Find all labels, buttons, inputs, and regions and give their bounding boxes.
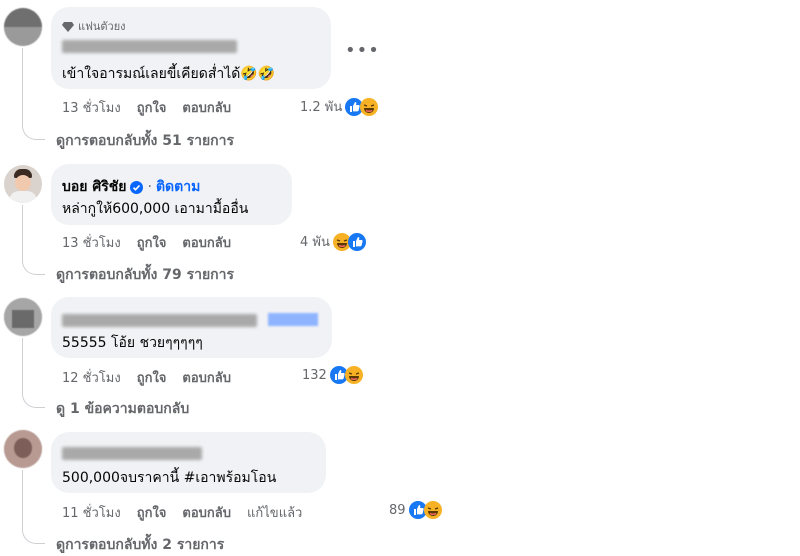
- reply-thread-curve: [22, 125, 45, 140]
- follow-button[interactable]: ติดตาม: [156, 176, 200, 198]
- reply-thread-curve: [22, 529, 45, 544]
- reply-thread-line: [22, 48, 23, 126]
- comment-timestamp[interactable]: 11 ชั่วโมง: [62, 502, 121, 523]
- comment-text: 500,000จบราคานี้ #เอาพร้อมโอน: [62, 470, 277, 486]
- reply-thread-line: [22, 338, 23, 394]
- reaction-count: 132: [302, 367, 327, 383]
- reply-thread-line: [22, 470, 23, 530]
- avatar[interactable]: [4, 430, 42, 468]
- commenter-name-row: บอย ศิริชัย · ติดตาม: [62, 176, 200, 198]
- top-fan-badge: แฟนตัวยง: [62, 17, 126, 35]
- view-replies-link[interactable]: ดู 1 ข้อความตอบกลับ: [56, 398, 189, 420]
- haha-reaction-icon: [360, 97, 379, 116]
- comment-actions: 13 ชั่วโมง ถูกใจ ตอบกลับ: [62, 232, 231, 253]
- haha-reaction-icon: [423, 501, 442, 519]
- haha-reaction-icon: [344, 366, 363, 384]
- reaction-count: 89: [389, 502, 406, 518]
- reply-button[interactable]: ตอบกลับ: [182, 367, 231, 388]
- reaction-count: 4 พัน: [300, 235, 330, 250]
- comment-timestamp[interactable]: 13 ชั่วโมง: [62, 232, 121, 253]
- comment-actions: 12 ชั่วโมง ถูกใจ ตอบกลับ: [62, 367, 231, 388]
- commenter-name-blurred[interactable]: [62, 447, 202, 460]
- more-options-icon[interactable]: •••: [345, 40, 380, 61]
- comment-text: หล่ากูให้600,000 เอามามื้ออื่น: [62, 201, 249, 217]
- view-replies-link[interactable]: ดูการตอบกลับทั้ง 2 รายการ: [56, 534, 224, 556]
- reactions-summary[interactable]: 4 พัน: [300, 231, 366, 252]
- commenter-name-blurred[interactable]: [62, 314, 257, 327]
- reply-thread-curve: [22, 393, 45, 408]
- reactions-summary[interactable]: 132: [302, 366, 363, 384]
- comment-timestamp[interactable]: 13 ชั่วโมง: [62, 97, 121, 118]
- reply-button[interactable]: ตอบกลับ: [182, 97, 231, 118]
- separator-dot: ·: [147, 179, 152, 195]
- comment-timestamp[interactable]: 12 ชั่วโมง: [62, 367, 121, 388]
- blurred-link[interactable]: [268, 313, 318, 326]
- like-reaction-icon: [347, 232, 366, 251]
- reaction-count: 1.2 พัน: [300, 100, 343, 115]
- like-button[interactable]: ถูกใจ: [137, 97, 167, 118]
- comment-text: เข้าใจอารมณ์เลยขี้เคียดส่ำได้🤣🤣: [62, 66, 276, 82]
- view-replies-link[interactable]: ดูการตอบกลับทั้ง 79 รายการ: [56, 264, 234, 286]
- avatar[interactable]: [4, 8, 42, 46]
- like-button[interactable]: ถูกใจ: [137, 502, 167, 523]
- like-button[interactable]: ถูกใจ: [137, 367, 167, 388]
- commenter-name-blurred[interactable]: [62, 40, 237, 53]
- view-replies-link[interactable]: ดูการตอบกลับทั้ง 51 รายการ: [56, 130, 234, 152]
- comment-actions: 11 ชั่วโมง ถูกใจ ตอบกลับ แก้ไขแล้ว: [62, 502, 302, 523]
- commenter-name[interactable]: บอย ศิริชัย: [62, 176, 126, 198]
- edited-label[interactable]: แก้ไขแล้ว: [247, 502, 302, 523]
- reactions-summary[interactable]: 89: [389, 501, 442, 519]
- comment-text: 55555 โอ้ย ชวยๆๆๆๆๆ: [62, 335, 203, 351]
- comment-actions: 13 ชั่วโมง ถูกใจ ตอบกลับ: [62, 97, 231, 118]
- diamond-icon: [62, 21, 74, 32]
- reactions-summary[interactable]: 1.2 พัน: [300, 96, 379, 117]
- like-button[interactable]: ถูกใจ: [137, 232, 167, 253]
- reply-thread-curve: [22, 260, 45, 275]
- avatar[interactable]: [4, 298, 42, 336]
- reply-thread-line: [22, 205, 23, 261]
- reply-button[interactable]: ตอบกลับ: [182, 502, 231, 523]
- verified-badge-icon: [130, 180, 144, 194]
- reply-button[interactable]: ตอบกลับ: [182, 232, 231, 253]
- avatar[interactable]: [4, 165, 42, 203]
- badge-label: แฟนตัวยง: [78, 20, 126, 33]
